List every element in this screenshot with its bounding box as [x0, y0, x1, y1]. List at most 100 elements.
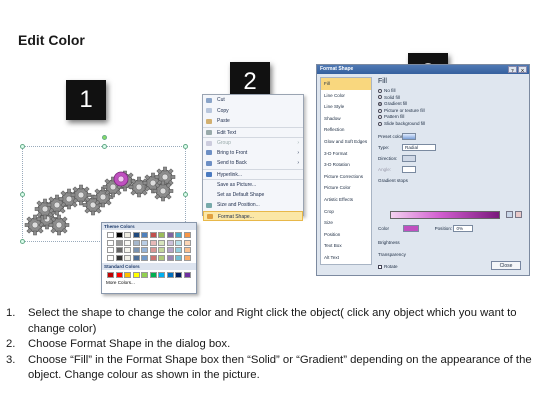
- radio-gradient-fill[interactable]: Gradient fill: [376, 101, 528, 108]
- color-swatch[interactable]: [175, 247, 182, 253]
- color-swatch[interactable]: [141, 239, 148, 246]
- close-icon[interactable]: X: [518, 66, 527, 73]
- color-swatch[interactable]: [158, 271, 165, 278]
- color-swatch[interactable]: [107, 232, 114, 238]
- direction-dropdown[interactable]: [402, 154, 416, 162]
- type-dropdown[interactable]: Radial: [402, 143, 436, 151]
- close-button[interactable]: Close: [491, 261, 521, 270]
- nav-item-position[interactable]: Position: [321, 229, 371, 241]
- nav-item-alt-text[interactable]: Alt Text: [321, 252, 371, 264]
- nav-item-picture-corrections[interactable]: Picture Corrections: [321, 171, 371, 183]
- color-swatch[interactable]: [141, 271, 148, 278]
- color-swatch[interactable]: [183, 271, 191, 278]
- menu-item-send-to-back[interactable]: Send to Back ›: [203, 158, 303, 169]
- color-swatch[interactable]: [115, 232, 123, 238]
- color-picker-button[interactable]: [403, 225, 420, 233]
- nav-item-3d-format[interactable]: 3-D Format: [321, 148, 371, 160]
- nav-item-crop[interactable]: Crop: [321, 206, 371, 218]
- menu-item-paste[interactable]: Paste: [203, 116, 303, 127]
- color-swatch[interactable]: [149, 232, 157, 238]
- nav-item-text-box[interactable]: Text Box: [321, 240, 371, 252]
- color-swatch[interactable]: [183, 254, 191, 261]
- color-swatch[interactable]: [124, 247, 131, 253]
- radio-slide-background-fill[interactable]: Slide background fill: [376, 121, 528, 128]
- color-swatch[interactable]: [158, 239, 165, 246]
- nav-item-fill[interactable]: Fill: [321, 78, 371, 90]
- nav-item-artistic-effects[interactable]: Artistic Effects: [321, 194, 371, 206]
- color-swatch[interactable]: [124, 239, 131, 246]
- color-swatch[interactable]: [166, 271, 174, 278]
- menu-item-hyperlink[interactable]: Hyperlink...: [203, 168, 303, 180]
- menu-item-default-shape[interactable]: Set as Default Shape: [203, 190, 303, 201]
- rotate-handle[interactable]: [102, 135, 107, 140]
- nav-item-size[interactable]: Size: [321, 217, 371, 229]
- color-swatch[interactable]: [132, 271, 140, 278]
- menu-item-format-shape[interactable]: Format Shape...: [203, 210, 303, 221]
- remove-stop-icon[interactable]: [515, 211, 522, 218]
- color-swatch[interactable]: [149, 247, 157, 253]
- color-swatch[interactable]: [183, 232, 191, 238]
- nav-item-reflection[interactable]: Reflection: [321, 124, 371, 136]
- color-swatch[interactable]: [132, 239, 140, 246]
- color-swatch[interactable]: [132, 247, 140, 253]
- color-swatch[interactable]: [175, 254, 182, 261]
- color-swatch[interactable]: [132, 232, 140, 238]
- add-stop-icon[interactable]: [506, 211, 513, 218]
- rotate-checkbox[interactable]: Rotate: [376, 261, 398, 272]
- color-swatch[interactable]: [149, 254, 157, 261]
- radio-pattern-fill[interactable]: Pattern fill: [376, 114, 528, 121]
- position-input[interactable]: 0%: [453, 225, 474, 233]
- direction-row: Direction:: [376, 153, 528, 164]
- menu-item-size-position[interactable]: Size and Position...: [203, 200, 303, 211]
- color-swatch[interactable]: [124, 254, 131, 261]
- preset-colors-dropdown[interactable]: [402, 132, 416, 140]
- color-swatch[interactable]: [124, 232, 131, 238]
- nav-item-line-style[interactable]: Line Style: [321, 101, 371, 113]
- color-swatch[interactable]: [158, 247, 165, 253]
- more-colors-link[interactable]: More Colors...: [102, 280, 196, 286]
- help-button[interactable]: ?: [508, 66, 517, 73]
- menu-item-save-picture[interactable]: Save as Picture...: [203, 179, 303, 190]
- color-swatch[interactable]: [115, 239, 123, 246]
- color-swatch[interactable]: [141, 254, 148, 261]
- color-swatch[interactable]: [158, 254, 165, 261]
- color-swatch[interactable]: [166, 232, 174, 238]
- gradient-stops-bar[interactable]: [390, 211, 500, 219]
- color-swatch[interactable]: [175, 271, 182, 278]
- color-swatch[interactable]: [149, 239, 157, 246]
- color-swatch[interactable]: [158, 232, 165, 238]
- color-swatch[interactable]: [115, 271, 123, 278]
- color-swatch[interactable]: [149, 271, 157, 278]
- color-swatch[interactable]: [166, 247, 174, 253]
- nav-item-line-color[interactable]: Line Color: [321, 90, 371, 102]
- color-swatch[interactable]: [141, 232, 148, 238]
- color-swatch[interactable]: [107, 254, 114, 261]
- color-swatch[interactable]: [132, 254, 140, 261]
- menu-item-cut[interactable]: Cut: [203, 95, 303, 106]
- radio-no-fill[interactable]: No fill: [376, 88, 528, 95]
- color-swatch[interactable]: [166, 254, 174, 261]
- menu-item-bring-to-front[interactable]: Bring to Front ›: [203, 148, 303, 159]
- menu-item-copy[interactable]: Copy: [203, 106, 303, 117]
- color-swatch[interactable]: [183, 247, 191, 253]
- menu-item-edit-text[interactable]: Edit Text: [203, 126, 303, 138]
- angle-input[interactable]: [402, 165, 416, 173]
- color-swatch[interactable]: [183, 239, 191, 246]
- radio-picture-fill[interactable]: Picture or texture fill: [376, 108, 528, 115]
- color-swatch[interactable]: [115, 247, 123, 253]
- color-swatch[interactable]: [107, 271, 114, 278]
- radio-solid-fill[interactable]: Solid fill: [376, 95, 528, 102]
- color-swatch[interactable]: [175, 239, 182, 246]
- color-swatch[interactable]: [124, 271, 131, 278]
- color-swatch[interactable]: [107, 247, 114, 253]
- color-swatch[interactable]: [115, 254, 123, 261]
- color-swatch[interactable]: [175, 232, 182, 238]
- nav-item-3d-rotation[interactable]: 3-D Rotation: [321, 159, 371, 171]
- nav-item-shadow[interactable]: Shadow: [321, 113, 371, 125]
- menu-item-group[interactable]: Group ›: [203, 137, 303, 148]
- nav-item-picture-color[interactable]: Picture Color: [321, 182, 371, 194]
- nav-item-glow[interactable]: Glow and Soft Edges: [321, 136, 371, 148]
- color-swatch[interactable]: [141, 247, 148, 253]
- color-swatch[interactable]: [166, 239, 174, 246]
- color-swatch[interactable]: [107, 239, 114, 246]
